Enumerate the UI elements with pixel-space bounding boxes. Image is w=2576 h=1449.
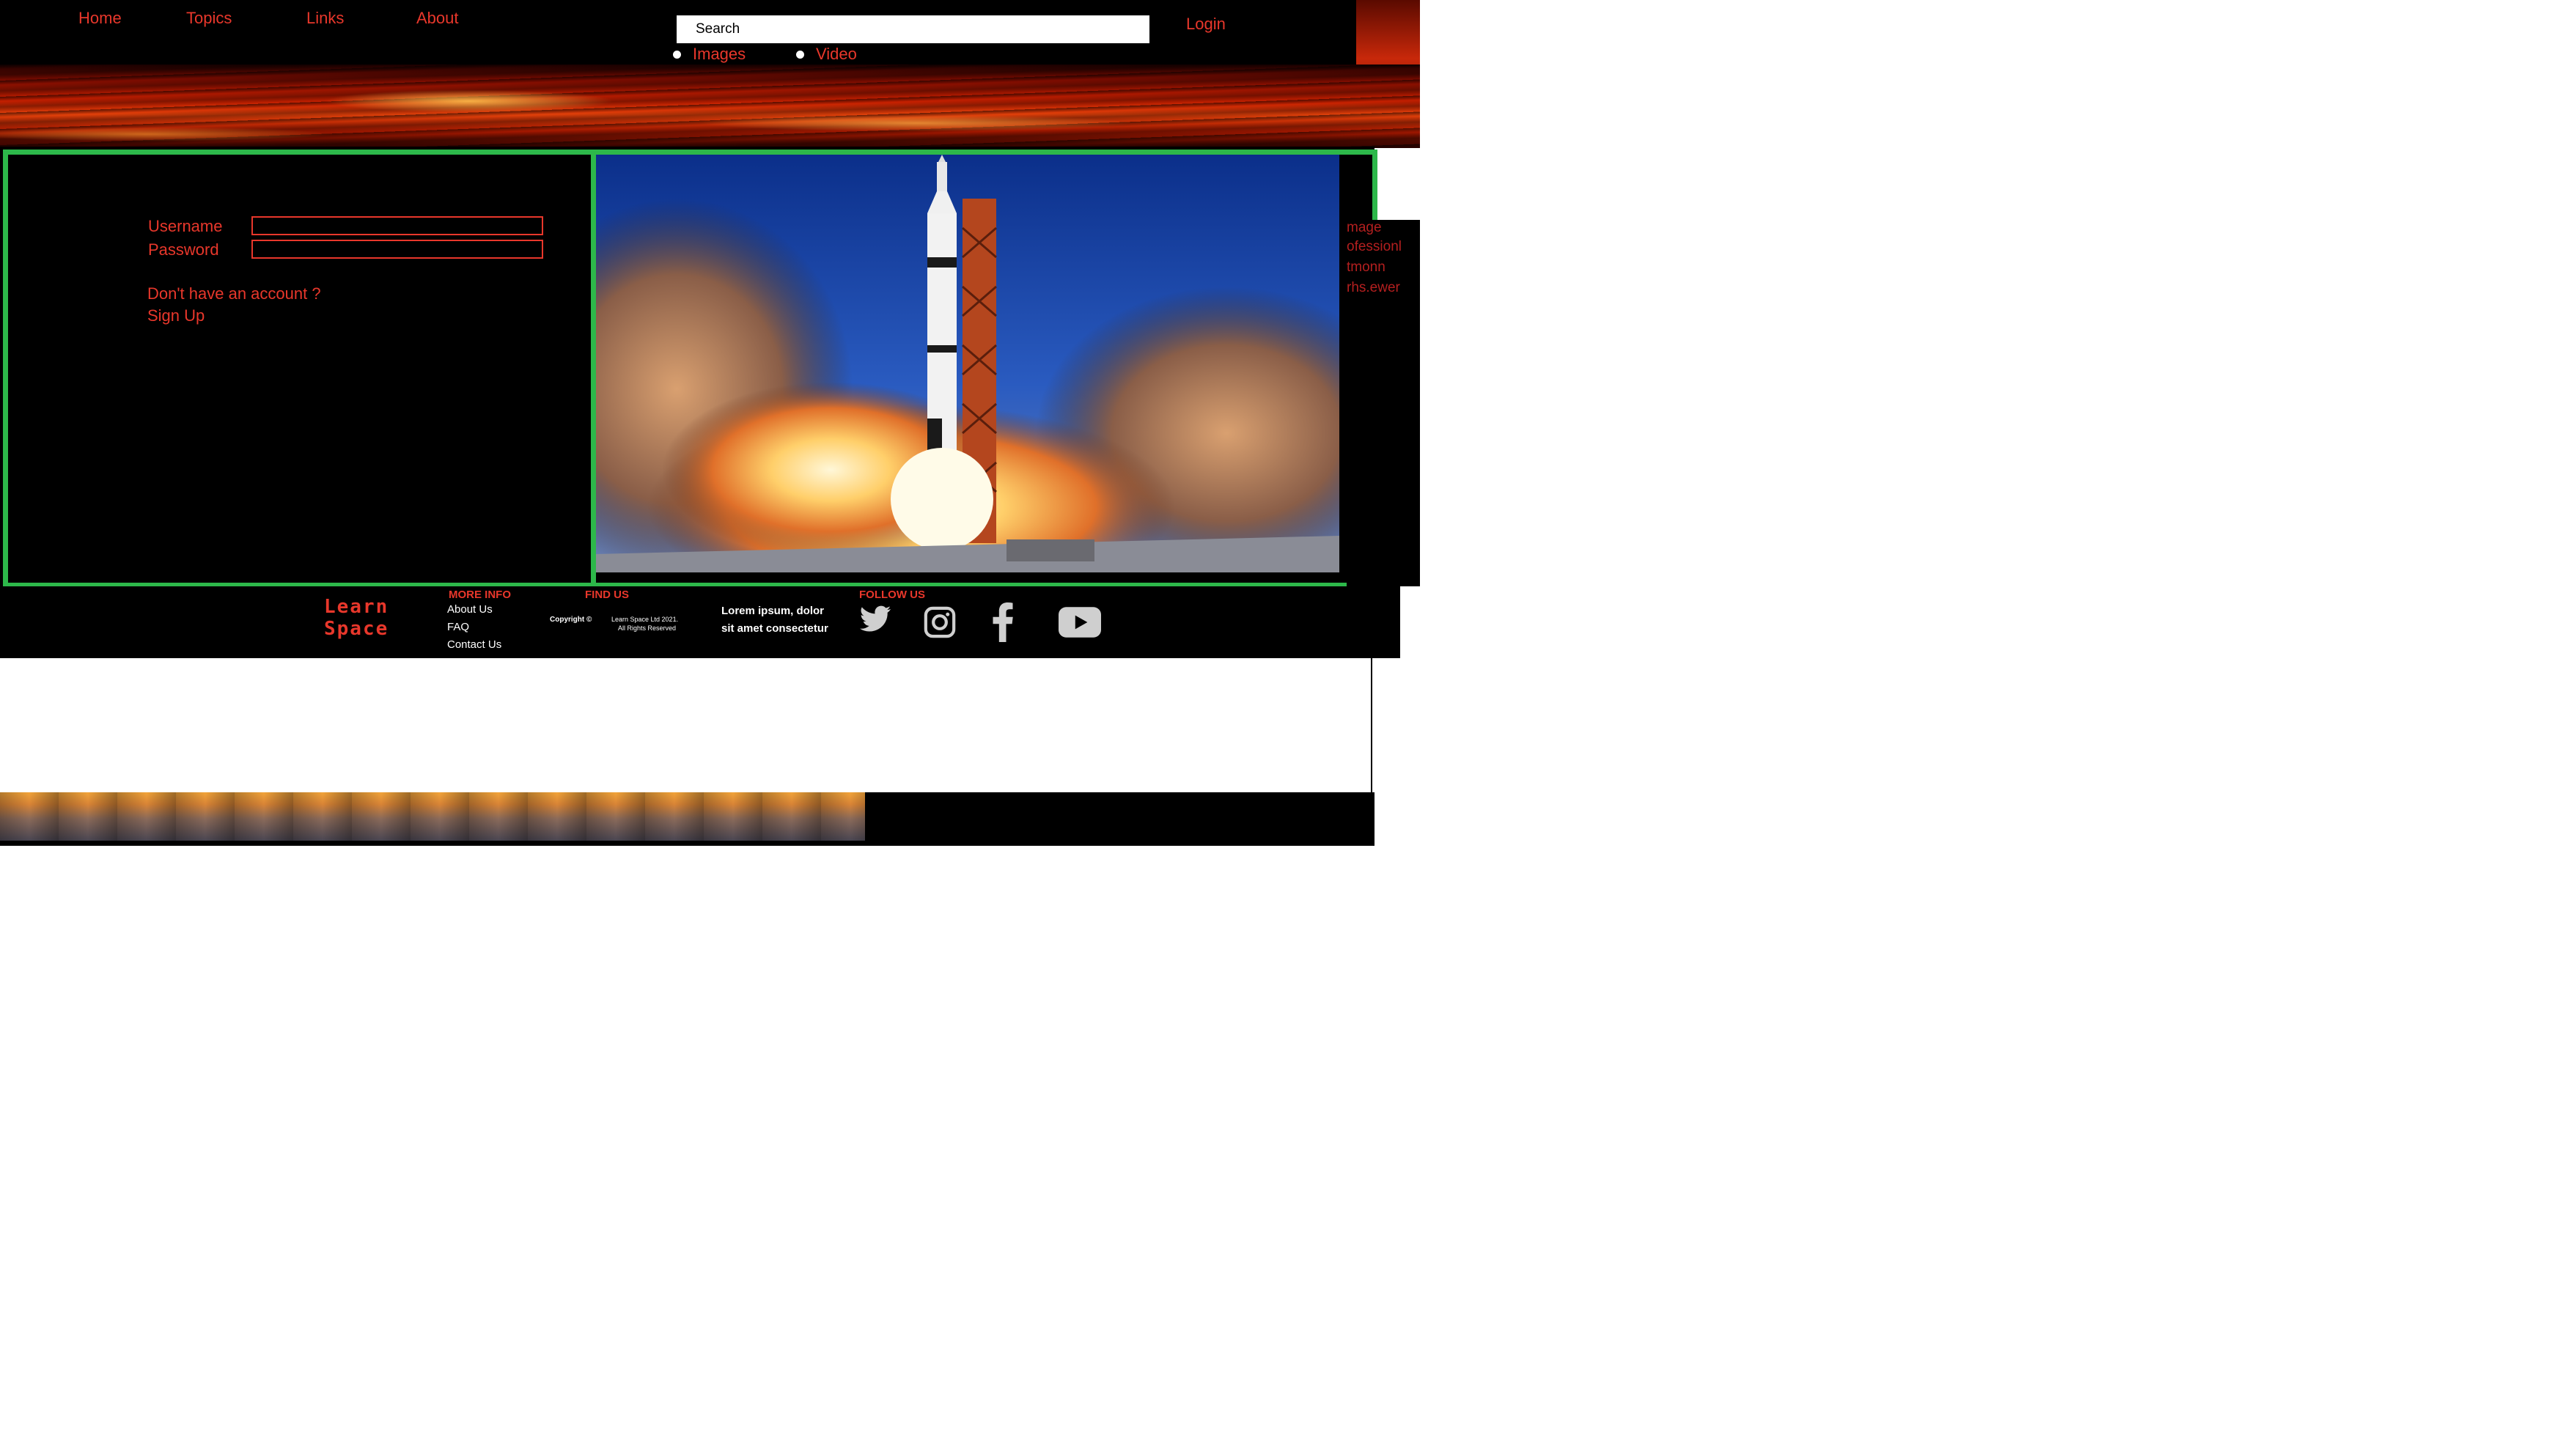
page-blank-area bbox=[0, 658, 1375, 792]
copyright-company: Learn Space Ltd 2021. bbox=[611, 616, 679, 623]
side-text-line: rhs.ewer bbox=[1347, 280, 1400, 295]
footer-brand-logo: Learn Space bbox=[324, 596, 389, 640]
twitter-icon[interactable] bbox=[856, 602, 894, 636]
password-field[interactable] bbox=[251, 240, 543, 259]
brand-line: Learn bbox=[324, 596, 389, 618]
password-label: Password bbox=[148, 240, 219, 259]
no-account-text: Don't have an account ? bbox=[147, 284, 321, 303]
find-us-heading: FIND US bbox=[585, 589, 629, 601]
radio-bullet-icon bbox=[673, 50, 681, 59]
side-text-column: mage ofessionl tmonn rhs.ewer bbox=[1347, 220, 1420, 586]
side-text-line: tmonn bbox=[1347, 259, 1385, 275]
search-option-label: Images bbox=[693, 45, 746, 63]
login-panel: Username Password Don't have an account … bbox=[3, 150, 603, 588]
search-option-images[interactable]: Images bbox=[673, 44, 746, 64]
nav-topics-link[interactable]: Topics bbox=[186, 9, 232, 28]
lorem-text-line: Lorem ipsum, dolor bbox=[721, 605, 825, 617]
bottom-image-strip bbox=[0, 792, 865, 841]
follow-us-heading: FOLLOW US bbox=[859, 589, 925, 601]
copyright-label: Copyright © bbox=[550, 616, 592, 624]
lorem-text-line: sit amet consectetur bbox=[721, 622, 828, 635]
search-input[interactable] bbox=[677, 15, 1149, 43]
facebook-icon[interactable] bbox=[990, 602, 1016, 642]
nav-about-link[interactable]: About bbox=[416, 9, 459, 28]
top-nav-bar: Home Topics Links About Images Video Log… bbox=[0, 0, 1420, 66]
divider-line bbox=[1371, 658, 1372, 792]
instagram-icon[interactable] bbox=[923, 605, 957, 639]
footer: Learn Space MORE INFO About Us FAQ Conta… bbox=[0, 586, 1400, 658]
nav-home-link[interactable]: Home bbox=[78, 9, 122, 28]
search-box bbox=[677, 15, 1149, 43]
username-label: Username bbox=[148, 217, 223, 235]
footer-faq-link[interactable]: FAQ bbox=[447, 621, 469, 633]
radio-bullet-icon bbox=[796, 50, 804, 59]
search-option-label: Video bbox=[816, 45, 857, 63]
side-text-line: ofessionl bbox=[1347, 239, 1402, 254]
username-field[interactable] bbox=[251, 216, 543, 235]
login-link[interactable]: Login bbox=[1186, 15, 1226, 34]
page: Home Topics Links About Images Video Log… bbox=[0, 0, 2576, 1449]
copyright-rights: All Rights Reserved bbox=[618, 624, 677, 632]
more-info-heading: MORE INFO bbox=[449, 589, 511, 601]
footer-about-link[interactable]: About Us bbox=[447, 603, 493, 616]
youtube-icon[interactable] bbox=[1059, 607, 1101, 638]
nav-links-link[interactable]: Links bbox=[306, 9, 344, 28]
sign-up-link[interactable]: Sign Up bbox=[147, 306, 205, 325]
rocket-launch-image bbox=[596, 155, 1339, 572]
brand-line: Space bbox=[324, 618, 389, 640]
footer-contact-link[interactable]: Contact Us bbox=[447, 638, 501, 651]
search-option-video[interactable]: Video bbox=[796, 44, 857, 64]
side-text-line: mage bbox=[1347, 220, 1382, 235]
header-banner-image bbox=[0, 64, 1420, 148]
hero-image-panel bbox=[591, 150, 1377, 588]
